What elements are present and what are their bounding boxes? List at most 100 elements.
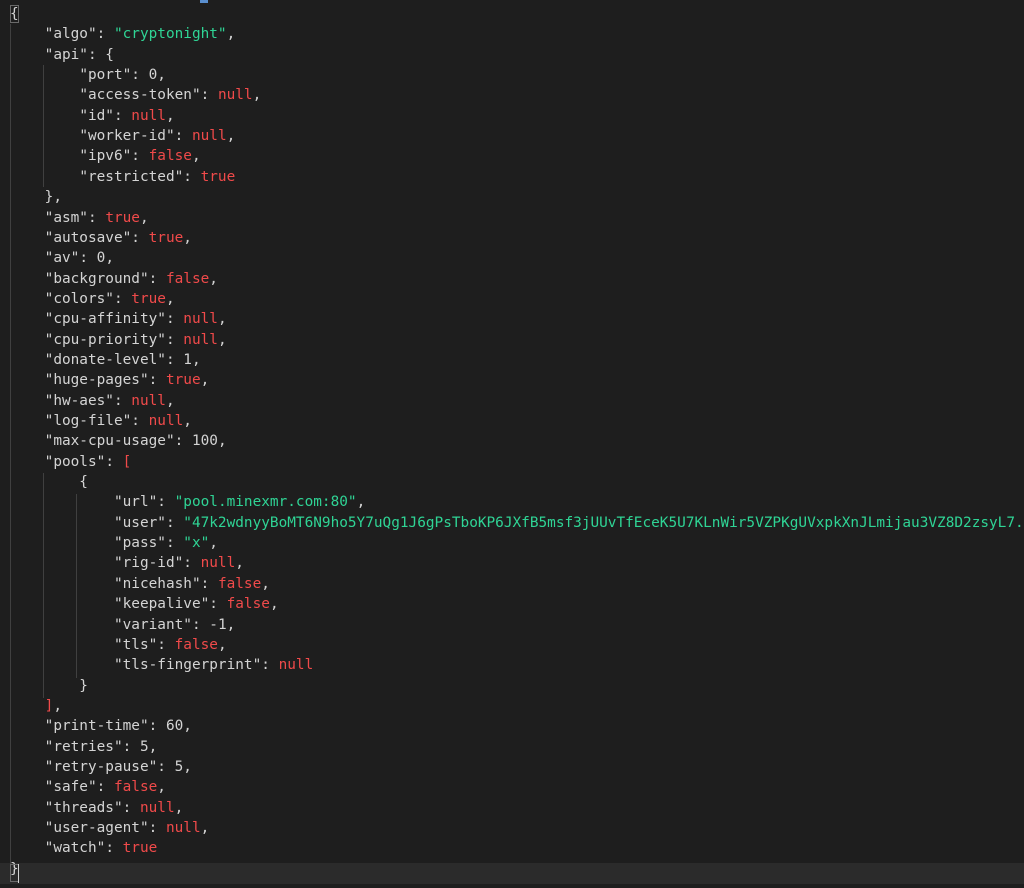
code-token: "url" — [113, 494, 158, 511]
code-token: 1 — [183, 351, 192, 368]
code-token: , — [105, 250, 114, 267]
code-line: { — [10, 472, 88, 492]
code-token: "worker-id" — [79, 128, 175, 145]
code-token: : — [148, 820, 166, 836]
code-line: "av": 0, — [10, 248, 114, 268]
code-token: : — [157, 758, 175, 775]
code-token: : — [157, 636, 175, 653]
code-line: "log-file": null, — [10, 411, 192, 431]
code-token: false — [226, 596, 270, 613]
code-token: "pool.minexmr.com:80" — [174, 494, 357, 511]
code-token: null — [200, 555, 236, 572]
code-line: "worker-id": null, — [10, 126, 235, 146]
code-token: : — [261, 657, 279, 674]
code-token: false — [165, 270, 210, 287]
code-token: , — [261, 575, 270, 592]
code-token: : — [105, 840, 123, 857]
code-token: "pass" — [113, 535, 166, 552]
code-token: , — [191, 148, 201, 165]
code-token: 0 — [148, 67, 158, 84]
code-token: null — [131, 107, 166, 124]
code-line: "watch": true — [10, 838, 158, 858]
code-token: : — [165, 514, 184, 531]
code-token: : — [165, 535, 184, 552]
code-token: : — [174, 433, 192, 450]
code-token: "log-file" — [44, 413, 132, 429]
code-line: "user-agent": null, — [10, 818, 210, 838]
code-line: }, — [10, 187, 62, 207]
code-line: "tls": false, — [10, 635, 227, 655]
code-token: null — [165, 820, 201, 836]
code-line: "rig-id": null, — [10, 553, 244, 573]
code-line: "tls-fingerprint": null — [10, 655, 313, 675]
code-token: : — [131, 229, 149, 246]
code-token: "cpu-affinity" — [44, 311, 166, 328]
code-token: "user" — [113, 514, 166, 531]
code-token: "keepalive" — [113, 596, 210, 613]
code-line: "id": null, — [10, 106, 174, 126]
code-editor[interactable]: { "algo": "cryptonight", "api": { "port"… — [0, 0, 1024, 888]
code-token: "access-token" — [79, 87, 201, 104]
code-token: "colors" — [44, 290, 114, 307]
scroll-marker — [200, 0, 208, 3]
code-token: : — [174, 128, 192, 145]
code-token: : — [148, 372, 166, 389]
code-token: "cryptonight" — [113, 26, 227, 43]
code-token: -1 — [209, 616, 227, 633]
code-line: "pools": [ — [10, 452, 132, 472]
code-line: "ipv6": false, — [10, 146, 201, 166]
code-token: : — [165, 311, 184, 328]
code-token: : — [122, 738, 140, 755]
code-line: "url": "pool.minexmr.com:80", — [10, 492, 365, 512]
code-token: "nicehash" — [113, 575, 201, 592]
code-token: , — [356, 494, 366, 511]
code-token: "x" — [183, 535, 210, 552]
code-token: : — [131, 148, 149, 165]
code-token: , — [217, 331, 227, 348]
code-token: , — [269, 596, 279, 613]
code-token: : — [183, 168, 201, 185]
code-line: "nicehash": false, — [10, 574, 270, 594]
code-line: ], — [10, 696, 62, 716]
code-token: "rig-id" — [113, 555, 184, 572]
code-token: false — [113, 779, 158, 796]
code-token: "retry-pause" — [44, 758, 158, 775]
code-token: "background" — [44, 270, 149, 287]
code-token: , — [183, 718, 192, 735]
code-token: false — [217, 575, 262, 592]
code-token: , — [53, 697, 62, 714]
code-line: "port": 0, — [10, 65, 166, 85]
code-token: : — [96, 26, 114, 43]
code-line: "asm": true, — [10, 208, 149, 228]
code-token: [ — [122, 453, 132, 470]
code-token: , — [200, 372, 210, 389]
code-line: "safe": false, — [10, 777, 166, 797]
code-token: "tls" — [113, 636, 158, 653]
code-token: , — [217, 433, 227, 450]
code-token: 60 — [165, 718, 184, 735]
code-token: "tls-fingerprint" — [113, 657, 262, 674]
code-token: , — [148, 738, 158, 755]
code-token: } — [10, 677, 88, 694]
code-token: false — [174, 636, 218, 653]
code-token: "user-agent" — [44, 820, 149, 836]
code-line: "colors": true, — [10, 289, 175, 309]
code-token: : — [191, 616, 210, 633]
code-token: : — [165, 351, 184, 368]
